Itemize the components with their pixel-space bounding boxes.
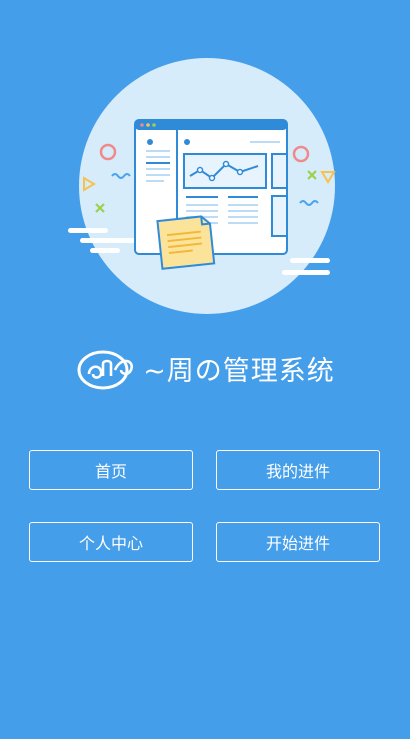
my-shipments-button-label: 我的进件 <box>265 462 330 481</box>
start-shipment-button-label: 开始进件 <box>265 534 330 553</box>
home-button-label: 首页 <box>94 462 127 481</box>
app-title: ~周の管理系统 <box>143 355 335 387</box>
app-header: ~周の管理系统 <box>0 338 410 398</box>
dashboard-illustration <box>68 58 336 314</box>
my-shipments-button[interactable]: 我的进件 <box>216 450 380 490</box>
home-screen: ~周の管理系统 首页 我的进件 个人中心 开始进件 <box>0 0 410 739</box>
personal-center-button-label: 个人中心 <box>78 534 143 553</box>
home-button[interactable]: 首页 <box>29 450 193 490</box>
swirl-logo-icon <box>77 350 134 390</box>
personal-center-button[interactable]: 个人中心 <box>29 522 193 562</box>
start-shipment-button[interactable]: 开始进件 <box>216 522 380 562</box>
